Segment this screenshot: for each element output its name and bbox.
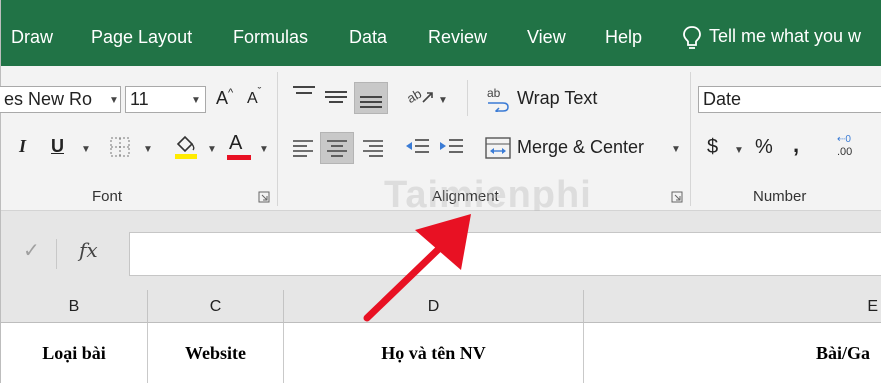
group-separator — [277, 72, 278, 206]
center-align-icon — [327, 140, 347, 157]
comma-style-button[interactable]: , — [793, 132, 799, 158]
merge-center-button[interactable]: Merge & Center — [485, 136, 644, 165]
borders-dropdown-icon[interactable]: ▼ — [143, 144, 153, 155]
font-dialog-launcher-icon[interactable] — [258, 191, 270, 203]
tab-draw[interactable]: Draw — [11, 26, 53, 48]
grow-font-button[interactable]: A^ — [216, 87, 234, 109]
cell-b-header[interactable]: Loại bài — [1, 323, 148, 383]
column-header-d[interactable]: D — [284, 290, 584, 323]
font-color-swatch — [227, 155, 251, 160]
formula-bar: ✓ fx — [1, 225, 881, 283]
svg-text:ab: ab — [487, 86, 501, 100]
align-left-icon[interactable] — [291, 138, 315, 158]
bottom-align-button[interactable] — [354, 82, 388, 114]
caret-up-icon: ^ — [228, 87, 234, 99]
number-group-label: Number — [753, 188, 807, 205]
font-group-label: Font — [92, 188, 123, 205]
cell-e-header[interactable]: Bài/Ga — [584, 323, 881, 383]
font-name-dropdown-icon[interactable]: ▼ — [109, 95, 119, 106]
ribbon-panel: es New Ro ▼ 11 ▼ A^ Aˇ I U ▼ ▼ ▼ A ▼ Fon… — [0, 66, 881, 216]
formula-input[interactable] — [129, 232, 881, 276]
currency-button[interactable]: $ — [707, 136, 718, 159]
fill-color-icon[interactable] — [173, 132, 199, 160]
column-header-c[interactable]: C — [148, 290, 284, 323]
insert-function-button[interactable]: fx — [79, 238, 98, 262]
caret-down-icon: ˇ — [257, 86, 262, 98]
tab-review[interactable]: Review — [428, 26, 487, 48]
watermark-text: Taimienphi — [384, 174, 592, 216]
font-size-dropdown-icon[interactable]: ▼ — [191, 95, 201, 106]
cell-e-text: Bài/Ga — [816, 343, 871, 363]
column-header-b[interactable]: B — [1, 290, 148, 323]
decrease-indent-icon[interactable] — [403, 136, 431, 160]
excel-window: Draw Page Layout Formulas Data Review Vi… — [0, 0, 881, 383]
tab-data[interactable]: Data — [349, 26, 387, 48]
tab-view[interactable]: View — [527, 26, 566, 48]
merge-center-label: Merge & Center — [517, 137, 645, 157]
shrink-font-button[interactable]: Aˇ — [247, 86, 261, 108]
grow-font-label: A — [216, 88, 229, 108]
top-align-icon[interactable] — [291, 84, 317, 106]
group-separator — [690, 72, 691, 206]
center-align-button[interactable] — [320, 132, 354, 164]
font-color-letter: A — [229, 132, 243, 154]
column-header-e[interactable]: E — [584, 290, 881, 323]
ribbon-gap — [1, 211, 881, 225]
align-right-icon[interactable] — [361, 138, 385, 158]
number-format-combobox[interactable]: Date — [698, 86, 881, 113]
font-name-combobox[interactable]: es New Ro — [0, 86, 121, 113]
percent-button[interactable]: % — [755, 136, 773, 159]
wrap-text-button[interactable]: ab Wrap Text — [485, 86, 597, 117]
lightbulb-icon — [683, 26, 701, 49]
alignment-dialog-launcher-icon[interactable] — [671, 191, 683, 203]
merge-center-dropdown-icon[interactable]: ▼ — [671, 144, 681, 155]
ribbon-tab-bar: Draw Page Layout Formulas Data Review Vi… — [1, 0, 881, 66]
formula-bar-separator — [56, 239, 57, 269]
shrink-font-label: A — [247, 90, 258, 107]
font-color-dropdown-icon[interactable]: ▼ — [259, 144, 269, 155]
fill-color-dropdown-icon[interactable]: ▼ — [207, 144, 217, 155]
borders-icon[interactable] — [109, 136, 131, 158]
increase-indent-icon[interactable] — [437, 136, 465, 160]
underline-button[interactable]: U — [51, 136, 64, 157]
cell-c-header[interactable]: Website — [148, 323, 284, 383]
orientation-dropdown-icon[interactable]: ▼ — [438, 95, 448, 106]
increase-decimal-button[interactable]: ⇠0 .00 — [837, 134, 867, 164]
wrap-text-label: Wrap Text — [517, 88, 598, 108]
font-color-button[interactable]: A — [229, 132, 242, 155]
increase-decimal-arrow-icon: ⇠0 — [837, 134, 851, 145]
bottom-align-icon — [360, 96, 382, 108]
underline-dropdown-icon[interactable]: ▼ — [81, 144, 91, 155]
tab-help[interactable]: Help — [605, 26, 642, 48]
svg-text:ab: ab — [405, 86, 424, 106]
wrap-text-icon: ab — [487, 86, 509, 115]
orientation-icon[interactable]: ab — [405, 84, 435, 108]
tab-page-layout[interactable]: Page Layout — [91, 26, 192, 48]
merge-center-icon — [485, 137, 511, 159]
font-size-value: 11 — [130, 89, 149, 109]
grid-spacer — [1, 283, 881, 290]
number-format-value: Date — [703, 89, 742, 109]
cell-d-header[interactable]: Họ và tên NV — [284, 323, 584, 383]
enter-check-icon[interactable]: ✓ — [23, 238, 40, 263]
tell-me-label: Tell me what you w — [709, 26, 862, 46]
increase-decimal-label: .00 — [837, 146, 853, 158]
tab-formulas[interactable]: Formulas — [233, 26, 308, 48]
middle-align-icon[interactable] — [323, 84, 349, 106]
italic-button[interactable]: I — [19, 136, 26, 157]
inline-separator — [467, 80, 468, 116]
font-name-value: es New Ro — [4, 89, 93, 109]
currency-dropdown-icon[interactable]: ▼ — [734, 145, 744, 156]
